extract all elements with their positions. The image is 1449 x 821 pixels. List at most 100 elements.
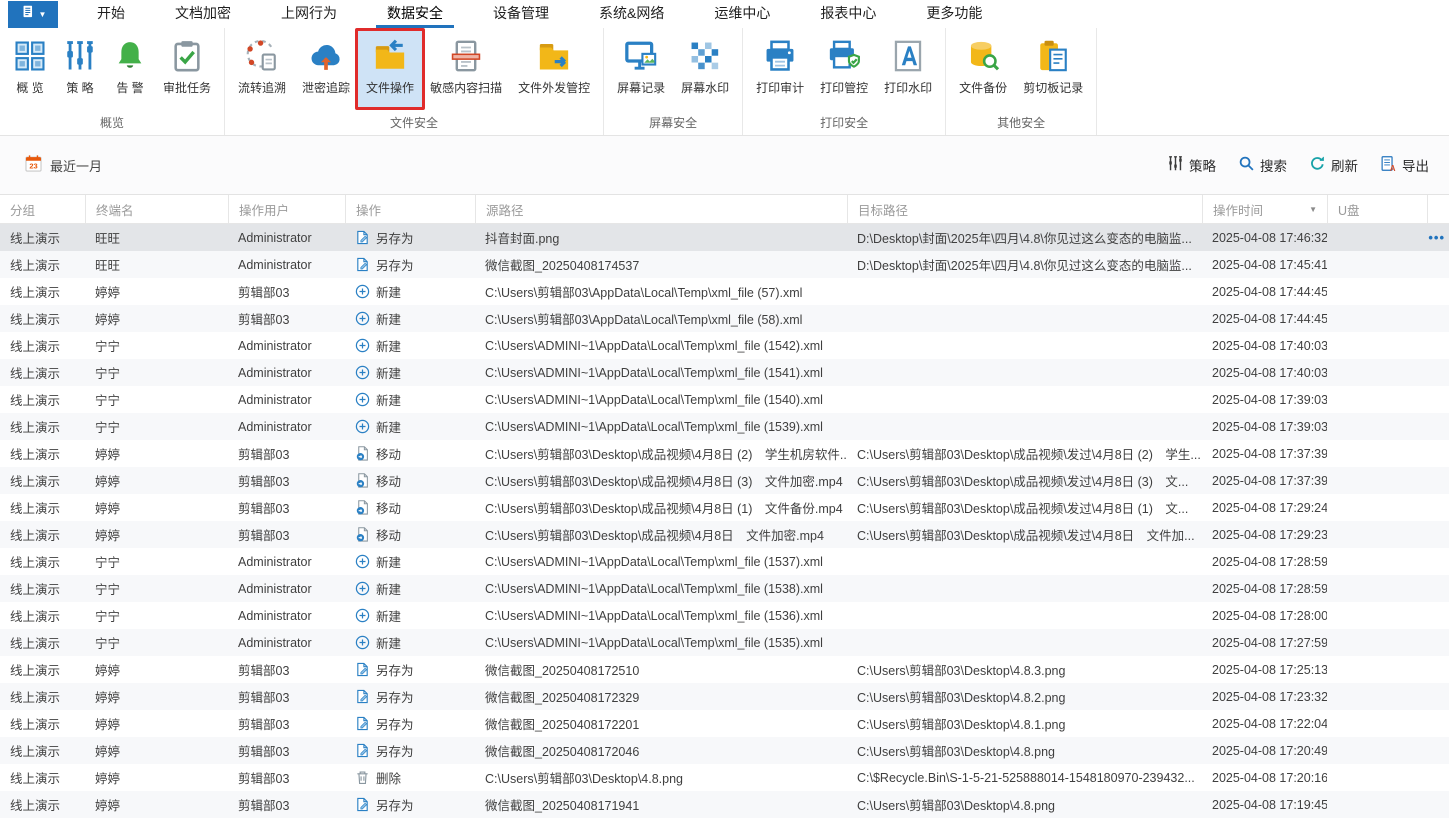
cell-target-path: C:\Users\剪辑部03\Desktop\4.8.png (857, 745, 1055, 759)
row-actions-menu[interactable]: ••• (1428, 230, 1445, 245)
overview-icon (13, 38, 47, 74)
operation-label: 另存为 (376, 691, 414, 705)
table-row[interactable]: 线上演示 宁宁 Administrator 新建 C:\Users\ADMINI~1\A… (0, 359, 1449, 386)
cell-group: 线上演示 (10, 502, 61, 516)
ribbon-button-clipboard[interactable]: 剪切板记录 (1015, 30, 1091, 110)
sort-desc-icon[interactable]: ▼ (1309, 205, 1317, 214)
cell-source-path: 微信截图_20250408172510 (485, 664, 640, 678)
cell-user: 剪辑部03 (238, 286, 290, 300)
table-row[interactable]: 线上演示 宁宁 Administrator 新建 C:\Users\ADMINI~1\A… (0, 602, 1449, 629)
menu-tab-device-mgmt[interactable]: 设备管理 (468, 0, 574, 28)
table-row[interactable]: 线上演示 宁宁 Administrator 新建 C:\Users\ADMINI~1\A… (0, 629, 1449, 656)
cell-terminal: 旺旺 (95, 232, 121, 246)
saveas-icon (355, 257, 370, 272)
column-header-label: U盘 (1338, 203, 1360, 218)
ribbon-button-label: 泄密追踪 (302, 81, 351, 95)
ribbon-button-alert[interactable]: 告 警 (105, 30, 155, 110)
date-range-filter[interactable]: 23 最近一月 (24, 154, 102, 176)
table-row[interactable]: 线上演示 婷婷 剪辑部03 另存为 微信截图_20250408172201 C:\User… (0, 710, 1449, 737)
column-header[interactable]: 操作用户 (228, 195, 345, 223)
table-row[interactable]: 线上演示 婷婷 剪辑部03 移动 C:\Users\剪辑部03\Desktop\成品视频… (0, 440, 1449, 467)
ribbon-button-fileops[interactable]: 文件操作 (355, 28, 426, 110)
table-row[interactable]: 线上演示 婷婷 剪辑部03 另存为 微信截图_20250408172510 C:\User… (0, 656, 1449, 683)
cell-time: 2025-04-08 17:37:39 (1212, 446, 1327, 461)
table-row[interactable]: 线上演示 婷婷 剪辑部03 另存为 微信截图_20250408171941 C:\User… (0, 791, 1449, 818)
table-row[interactable]: 线上演示 婷婷 剪辑部03 移动 C:\Users\剪辑部03\Desktop\成品视频… (0, 521, 1449, 548)
printwm-icon (891, 38, 925, 74)
cell-target-path: C:\Users\剪辑部03\Desktop\4.8.1.png (857, 718, 1066, 732)
cell-operation: 移动 (345, 498, 475, 517)
ribbon-group: 屏幕记录 屏幕水印 屏幕安全 (604, 28, 744, 135)
cell-operation: 移动 (345, 444, 475, 463)
ribbon-button-scan[interactable]: 敏感内容扫描 (422, 30, 510, 110)
cell-operation: 另存为 (345, 228, 475, 247)
table-row[interactable]: 线上演示 宁宁 Administrator 新建 C:\Users\ADMINI~1\A… (0, 575, 1449, 602)
ribbon-button-leak[interactable]: 泄密追踪 (294, 30, 358, 110)
export-button[interactable]: A 导出 (1380, 155, 1429, 175)
column-header[interactable]: 终端名 (85, 195, 228, 223)
ribbon-button-outgoing[interactable]: 文件外发管控 (510, 30, 598, 110)
cell-time: 2025-04-08 17:20:16 (1212, 770, 1327, 785)
column-header[interactable]: 分组 (0, 195, 85, 223)
table-row[interactable]: 线上演示 婷婷 剪辑部03 移动 C:\Users\剪辑部03\Desktop\成品视频… (0, 467, 1449, 494)
column-header[interactable]: U盘 (1327, 195, 1427, 223)
ribbon-button-screenrec[interactable]: 屏幕记录 (609, 30, 673, 110)
column-header[interactable]: 操作时间 ▼ (1202, 195, 1327, 223)
menu-tab-data-security[interactable]: 数据安全 (362, 0, 468, 28)
column-header[interactable]: 目标路径 (847, 195, 1202, 223)
table-row[interactable]: 线上演示 旺旺 Administrator 另存为 抖音封面.png D:\Desktop… (0, 224, 1449, 251)
table-row[interactable]: 线上演示 婷婷 剪辑部03 另存为 微信截图_20250408172046 C:\User… (0, 737, 1449, 764)
cell-terminal: 婷婷 (95, 664, 121, 678)
cell-time: 2025-04-08 17:44:45 (1212, 284, 1327, 299)
table-row[interactable]: 线上演示 婷婷 剪辑部03 移动 C:\Users\剪辑部03\Desktop\成品视频… (0, 494, 1449, 521)
table-row[interactable]: 线上演示 宁宁 Administrator 新建 C:\Users\ADMINI~1\A… (0, 548, 1449, 575)
table-row[interactable]: 线上演示 宁宁 Administrator 新建 C:\Users\ADMINI~1\A… (0, 386, 1449, 413)
cell-time: 2025-04-08 17:29:23 (1212, 527, 1327, 542)
ribbon-button-screenwm[interactable]: 屏幕水印 (673, 30, 737, 110)
menu-tab-ops-center[interactable]: 运维中心 (689, 0, 795, 28)
ribbon-button-policy[interactable]: 策 略 (55, 30, 105, 110)
saveas-icon (355, 716, 370, 731)
cell-group: 线上演示 (10, 421, 61, 435)
menu-tab-report-center[interactable]: 报表中心 (795, 0, 901, 28)
column-header[interactable]: 操作 (345, 195, 475, 223)
ribbon-button-overview[interactable]: 概 览 (5, 30, 55, 110)
policy-button[interactable]: 策略 (1167, 155, 1216, 175)
cell-time: 2025-04-08 17:25:13 (1212, 662, 1327, 677)
table-row[interactable]: 线上演示 宁宁 Administrator 新建 C:\Users\ADMINI~1\A… (0, 413, 1449, 440)
table-row[interactable]: 线上演示 旺旺 Administrator 另存为 微信截图_2025040817453… (0, 251, 1449, 278)
cell-group: 线上演示 (10, 313, 61, 327)
ribbon-group-label: 文件安全 (390, 116, 439, 130)
menu-tab-more-features[interactable]: 更多功能 (901, 0, 1007, 28)
policy-icon (1167, 155, 1184, 175)
menu-tab-system-network[interactable]: 系统&网络 (574, 0, 689, 28)
table-row[interactable]: 线上演示 婷婷 剪辑部03 删除 C:\Users\剪辑部03\Desktop\4.8.… (0, 764, 1449, 791)
operation-label: 另存为 (376, 664, 414, 678)
ribbon-group: 流转追溯 泄密追踪 文件操作 敏感内容扫描 文件外发管控文件安全 (225, 28, 605, 135)
app-menu-button[interactable]: ▼ (8, 1, 58, 28)
cell-time: 2025-04-08 17:28:59 (1212, 581, 1327, 596)
cell-user: 剪辑部03 (238, 745, 290, 759)
date-range-label: 最近一月 (50, 158, 103, 174)
menu-tab-home[interactable]: 开始 (72, 0, 150, 28)
ribbon-button-printwm[interactable]: 打印水印 (876, 30, 940, 110)
table-row[interactable]: 线上演示 婷婷 剪辑部03 另存为 微信截图_20250408172329 C:\User… (0, 683, 1449, 710)
table-row[interactable]: 线上演示 婷婷 剪辑部03 新建 C:\Users\剪辑部03\AppData\Loca… (0, 305, 1449, 332)
cell-group: 线上演示 (10, 610, 61, 624)
cell-time: 2025-04-08 17:39:03 (1212, 392, 1327, 407)
app-menu-icon (20, 4, 37, 26)
ribbon-button-trace[interactable]: 流转追溯 (230, 30, 294, 110)
refresh-button[interactable]: 刷新 (1309, 155, 1358, 175)
ribbon-button-printctrl[interactable]: 打印管控 (812, 30, 876, 110)
menu-tab-web-behavior[interactable]: 上网行为 (256, 0, 362, 28)
cell-group: 线上演示 (10, 475, 61, 489)
table-row[interactable]: 线上演示 婷婷 剪辑部03 新建 C:\Users\剪辑部03\AppData\Loca… (0, 278, 1449, 305)
column-header[interactable]: 源路径 (475, 195, 847, 223)
cell-terminal: 婷婷 (95, 691, 121, 705)
table-row[interactable]: 线上演示 宁宁 Administrator 新建 C:\Users\ADMINI~1\A… (0, 332, 1449, 359)
menu-tab-doc-encryption[interactable]: 文档加密 (150, 0, 256, 28)
ribbon-button-approval[interactable]: 审批任务 (155, 30, 219, 110)
ribbon-button-printaudit[interactable]: 打印审计 (748, 30, 812, 110)
ribbon-button-backup[interactable]: 文件备份 (951, 30, 1015, 110)
search-button[interactable]: 搜索 (1238, 155, 1287, 175)
